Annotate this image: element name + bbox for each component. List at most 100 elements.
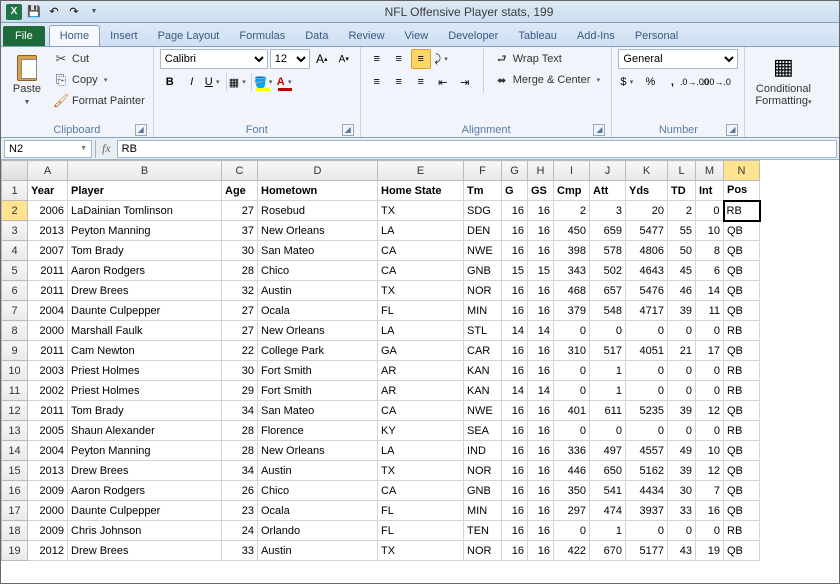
cell-J11[interactable]: 1 xyxy=(590,381,626,401)
cell-M17[interactable]: 16 xyxy=(696,501,724,521)
cell-N13[interactable]: RB xyxy=(724,421,760,441)
cell-D12[interactable]: San Mateo xyxy=(258,401,378,421)
cell-G6[interactable]: 16 xyxy=(502,281,528,301)
tab-personal[interactable]: Personal xyxy=(625,26,688,46)
cell-H14[interactable]: 16 xyxy=(528,441,554,461)
cell-C9[interactable]: 22 xyxy=(222,341,258,361)
cell-N3[interactable]: QB xyxy=(724,221,760,241)
cell-A18[interactable]: 2009 xyxy=(28,521,68,541)
cell-N10[interactable]: RB xyxy=(724,361,760,381)
cell-A11[interactable]: 2002 xyxy=(28,381,68,401)
cell-M15[interactable]: 12 xyxy=(696,461,724,481)
cell-K9[interactable]: 4051 xyxy=(626,341,668,361)
cell-J8[interactable]: 0 xyxy=(590,321,626,341)
cell-D5[interactable]: Chico xyxy=(258,261,378,281)
cell-C4[interactable]: 30 xyxy=(222,241,258,261)
cell-I11[interactable]: 0 xyxy=(554,381,590,401)
tab-add-ins[interactable]: Add-Ins xyxy=(567,26,625,46)
cell-D8[interactable]: New Orleans xyxy=(258,321,378,341)
cell-F14[interactable]: IND xyxy=(464,441,502,461)
row-header-7[interactable]: 7 xyxy=(2,301,28,321)
cell-K7[interactable]: 4717 xyxy=(626,301,668,321)
cell-E7[interactable]: FL xyxy=(378,301,464,321)
cell-E16[interactable]: CA xyxy=(378,481,464,501)
cell-E11[interactable]: AR xyxy=(378,381,464,401)
cell-K12[interactable]: 5235 xyxy=(626,401,668,421)
cell-B11[interactable]: Priest Holmes xyxy=(68,381,222,401)
cell-A3[interactable]: 2013 xyxy=(28,221,68,241)
align-top[interactable]: ≡ xyxy=(367,49,387,69)
cell-C10[interactable]: 30 xyxy=(222,361,258,381)
cell-H5[interactable]: 15 xyxy=(528,261,554,281)
cell-E17[interactable]: FL xyxy=(378,501,464,521)
cell-H1[interactable]: GS xyxy=(528,181,554,201)
cell-K16[interactable]: 4434 xyxy=(626,481,668,501)
col-header-I[interactable]: I xyxy=(554,161,590,181)
cell-L12[interactable]: 39 xyxy=(668,401,696,421)
cell-F13[interactable]: SEA xyxy=(464,421,502,441)
cell-K2[interactable]: 20 xyxy=(626,201,668,221)
row-header-13[interactable]: 13 xyxy=(2,421,28,441)
cell-C1[interactable]: Age xyxy=(222,181,258,201)
cell-J6[interactable]: 657 xyxy=(590,281,626,301)
cell-N7[interactable]: QB xyxy=(724,301,760,321)
formula-input[interactable]: RB xyxy=(117,140,837,158)
cell-E15[interactable]: TX xyxy=(378,461,464,481)
cell-G11[interactable]: 14 xyxy=(502,381,528,401)
percent-button[interactable]: % xyxy=(640,72,660,92)
cell-J9[interactable]: 517 xyxy=(590,341,626,361)
cell-G18[interactable]: 16 xyxy=(502,521,528,541)
cell-F12[interactable]: NWE xyxy=(464,401,502,421)
cell-M6[interactable]: 14 xyxy=(696,281,724,301)
cell-I19[interactable]: 422 xyxy=(554,541,590,561)
cell-L11[interactable]: 0 xyxy=(668,381,696,401)
paste-button[interactable]: Paste▼ xyxy=(7,49,47,111)
row-header-1[interactable]: 1 xyxy=(2,181,28,201)
cell-B16[interactable]: Aaron Rodgers xyxy=(68,481,222,501)
cell-F16[interactable]: GNB xyxy=(464,481,502,501)
cell-G3[interactable]: 16 xyxy=(502,221,528,241)
cell-M18[interactable]: 0 xyxy=(696,521,724,541)
alignment-dialog[interactable]: ◢ xyxy=(593,124,605,136)
cell-F7[interactable]: MIN xyxy=(464,301,502,321)
col-header-E[interactable]: E xyxy=(378,161,464,181)
cell-B13[interactable]: Shaun Alexander xyxy=(68,421,222,441)
cell-B17[interactable]: Daunte Culpepper xyxy=(68,501,222,521)
cell-L10[interactable]: 0 xyxy=(668,361,696,381)
cell-F19[interactable]: NOR xyxy=(464,541,502,561)
cell-C5[interactable]: 28 xyxy=(222,261,258,281)
cell-H18[interactable]: 16 xyxy=(528,521,554,541)
cell-G17[interactable]: 16 xyxy=(502,501,528,521)
cell-G12[interactable]: 16 xyxy=(502,401,528,421)
cell-B12[interactable]: Tom Brady xyxy=(68,401,222,421)
cell-A16[interactable]: 2009 xyxy=(28,481,68,501)
tab-data[interactable]: Data xyxy=(295,26,338,46)
cell-H8[interactable]: 14 xyxy=(528,321,554,341)
cell-C18[interactable]: 24 xyxy=(222,521,258,541)
cell-I16[interactable]: 350 xyxy=(554,481,590,501)
cell-K13[interactable]: 0 xyxy=(626,421,668,441)
cell-D4[interactable]: San Mateo xyxy=(258,241,378,261)
cell-B4[interactable]: Tom Brady xyxy=(68,241,222,261)
cell-K4[interactable]: 4806 xyxy=(626,241,668,261)
undo-button[interactable]: ↶ xyxy=(45,3,63,21)
cell-E13[interactable]: KY xyxy=(378,421,464,441)
cell-J17[interactable]: 474 xyxy=(590,501,626,521)
cell-I15[interactable]: 446 xyxy=(554,461,590,481)
col-header-B[interactable]: B xyxy=(68,161,222,181)
cell-M19[interactable]: 19 xyxy=(696,541,724,561)
cell-J1[interactable]: Att xyxy=(590,181,626,201)
cell-F5[interactable]: GNB xyxy=(464,261,502,281)
cell-M3[interactable]: 10 xyxy=(696,221,724,241)
cell-H12[interactable]: 16 xyxy=(528,401,554,421)
format-painter-button[interactable]: 🖌Format Painter xyxy=(51,91,147,111)
cell-D3[interactable]: New Orleans xyxy=(258,221,378,241)
cell-N16[interactable]: QB xyxy=(724,481,760,501)
tab-view[interactable]: View xyxy=(395,26,439,46)
cell-L4[interactable]: 50 xyxy=(668,241,696,261)
row-header-3[interactable]: 3 xyxy=(2,221,28,241)
align-left[interactable]: ≡ xyxy=(367,72,387,92)
cell-I6[interactable]: 468 xyxy=(554,281,590,301)
cell-A9[interactable]: 2011 xyxy=(28,341,68,361)
cell-B19[interactable]: Drew Brees xyxy=(68,541,222,561)
